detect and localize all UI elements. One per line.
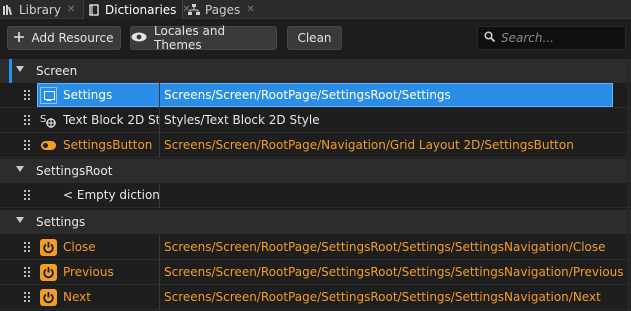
table-row[interactable]: Close Screens/Screen/RootPage/SettingsRo… <box>0 235 631 260</box>
eye-icon <box>131 31 147 45</box>
search-input[interactable] <box>501 31 621 45</box>
tab-pages[interactable]: Pages ✕ <box>188 0 258 19</box>
table-row[interactable]: SettingsButton Screens/Screen/RootPage/N… <box>0 133 631 158</box>
row-path: Screens/Screen/RootPage/Navigation/Grid … <box>164 138 574 152</box>
row-name: SettingsButton <box>63 138 153 152</box>
row-path: Screens/Screen/RootPage/SettingsRoot/Set… <box>164 290 601 304</box>
column-divider <box>159 133 160 158</box>
group-label: Screen <box>36 64 78 78</box>
column-divider <box>159 108 160 133</box>
locales-and-themes-button[interactable]: Locales and Themes <box>130 24 277 52</box>
toolbar: Add Resource Locales and Themes Clean <box>0 20 631 57</box>
row-name: Text Block 2D Style <box>63 113 159 127</box>
clean-button[interactable]: Clean <box>287 26 342 50</box>
chevron-down-icon[interactable] <box>16 166 24 172</box>
table-row[interactable]: < Empty dictionary > <box>0 183 631 208</box>
power-icon <box>40 289 57 306</box>
drag-handle-icon[interactable] <box>24 140 30 150</box>
sitemap-icon <box>188 3 200 16</box>
drag-handle-icon[interactable] <box>24 90 30 100</box>
vertical-scrollbar[interactable] <box>627 63 630 311</box>
add-resource-label: Add Resource <box>31 31 114 45</box>
row-path: Screens/Screen/RootPage/SettingsRoot/Set… <box>164 240 606 254</box>
column-divider <box>159 285 160 310</box>
drag-handle-icon[interactable] <box>24 190 30 200</box>
row-name: Settings <box>63 88 113 102</box>
group-header-settingsroot[interactable]: SettingsRoot <box>0 159 631 183</box>
drag-handle-icon[interactable] <box>24 242 30 252</box>
power-icon <box>40 264 57 281</box>
power-icon <box>40 239 57 256</box>
group-header-settings[interactable]: Settings <box>0 210 631 234</box>
group-label: SettingsRoot <box>36 164 113 178</box>
tab-bar: Library ✕ Dictionaries ✕ Pages ✕ <box>0 0 631 19</box>
row-path: Screens/Screen/RootPage/SettingsRoot/Set… <box>164 265 624 279</box>
chevron-down-icon[interactable] <box>16 217 24 223</box>
column-divider <box>159 83 160 108</box>
close-icon[interactable]: ✕ <box>67 4 75 15</box>
svg-text:S: S <box>40 114 46 125</box>
tab-label: Dictionaries <box>105 2 177 17</box>
library-icon <box>2 4 14 16</box>
add-resource-button[interactable]: Add Resource <box>7 26 121 50</box>
table-row[interactable]: Previous Screens/Screen/RootPage/Setting… <box>0 260 631 285</box>
tab-dictionaries[interactable]: Dictionaries ✕ <box>83 0 191 19</box>
locales-and-themes-label: Locales and Themes <box>154 24 226 52</box>
table-row[interactable]: S Text Block 2D Style Styles/Text Block … <box>0 108 631 133</box>
screen-icon <box>40 87 57 104</box>
search-icon <box>484 31 496 45</box>
empty-dictionary-label: < Empty dictionary > <box>63 188 159 202</box>
search-box[interactable] <box>477 26 626 50</box>
book-icon <box>88 3 100 16</box>
table-row[interactable]: Settings Screens/Screen/RootPage/Setting… <box>0 83 631 108</box>
table-row[interactable]: Next Screens/Screen/RootPage/SettingsRoo… <box>0 285 631 310</box>
column-divider <box>159 235 160 260</box>
drag-handle-icon[interactable] <box>24 115 30 125</box>
dictionary-table: Screen Settings Screens/Screen/RootPage/… <box>0 59 631 311</box>
chevron-down-icon[interactable] <box>16 66 24 72</box>
row-path: Styles/Text Block 2D Style <box>164 113 320 127</box>
column-divider <box>159 260 160 285</box>
style-icon: S <box>40 112 57 129</box>
drag-handle-icon[interactable] <box>24 267 30 277</box>
row-name: Next <box>63 290 91 304</box>
group-label: Settings <box>36 215 86 229</box>
drag-handle-icon[interactable] <box>24 292 30 302</box>
tab-label: Library <box>19 2 61 17</box>
tab-label: Pages <box>205 2 241 17</box>
row-name: Previous <box>63 265 114 279</box>
toggle-icon <box>40 137 57 154</box>
tab-library[interactable]: Library ✕ <box>2 0 81 19</box>
row-path: Screens/Screen/RootPage/SettingsRoot/Set… <box>164 88 451 102</box>
column-divider <box>159 183 160 208</box>
clean-label: Clean <box>297 31 332 45</box>
row-name: Close <box>63 240 96 254</box>
group-header-screen[interactable]: Screen <box>0 59 631 83</box>
plus-icon <box>14 31 25 45</box>
close-icon[interactable]: ✕ <box>246 4 254 15</box>
